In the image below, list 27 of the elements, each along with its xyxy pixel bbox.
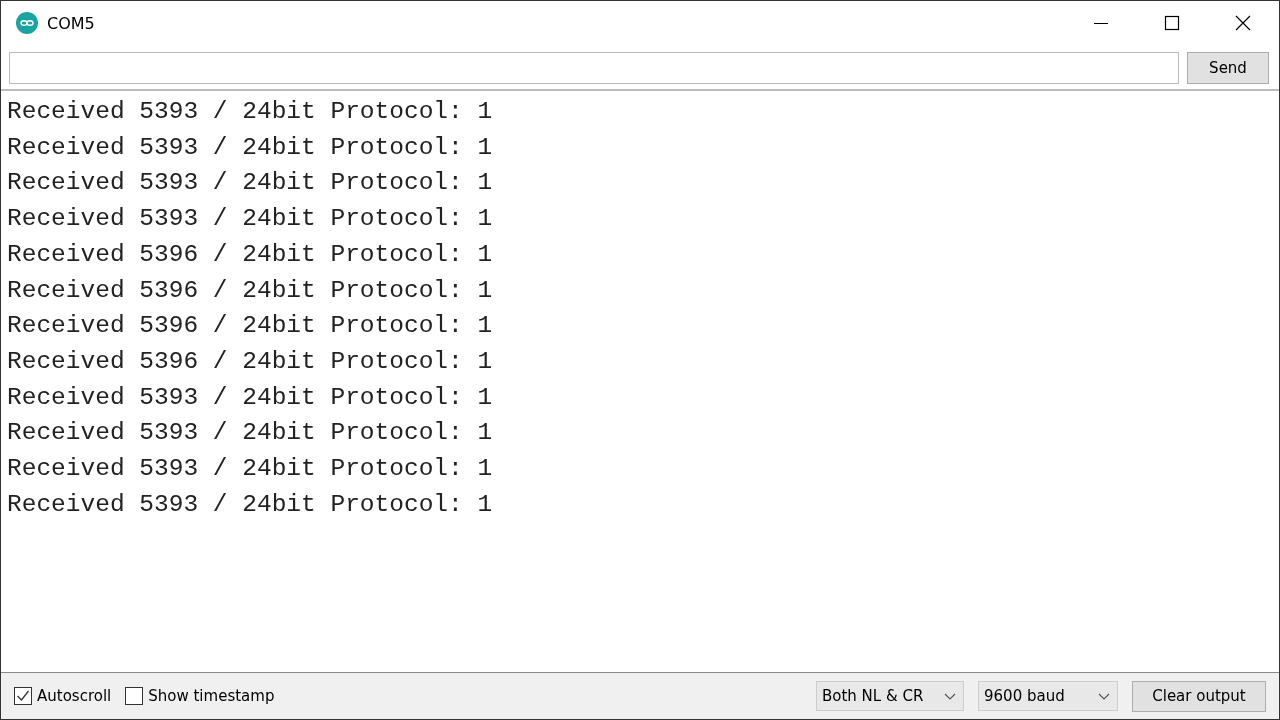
output-line: Received 5393 / 24bit Protocol: 1 xyxy=(7,454,493,485)
maximize-icon[interactable] xyxy=(1164,15,1180,31)
output-line: Received 5393 / 24bit Protocol: 1 xyxy=(7,489,493,520)
output-line: Received 5396 / 24bit Protocol: 1 xyxy=(7,275,493,306)
output-line: Received 5393 / 24bit Protocol: 1 xyxy=(7,382,493,413)
output-line: Received 5396 / 24bit Protocol: 1 xyxy=(7,239,493,270)
output-line: Received 5396 / 24bit Protocol: 1 xyxy=(7,311,493,342)
app-logo-icon xyxy=(16,12,38,34)
chevron-down-icon xyxy=(944,692,956,700)
window-title: COM5 xyxy=(47,13,95,33)
output-line: Received 5393 / 24bit Protocol: 1 xyxy=(7,168,493,199)
chevron-down-icon xyxy=(1098,692,1110,700)
line-ending-dropdown[interactable]: Both NL & CR xyxy=(816,681,964,711)
close-icon[interactable] xyxy=(1235,15,1251,31)
checkbox-icon[interactable] xyxy=(14,687,32,705)
output-line: Received 5393 / 24bit Protocol: 1 xyxy=(7,418,493,449)
clear-output-button[interactable]: Clear output xyxy=(1132,680,1266,712)
baud-rate-dropdown[interactable]: 9600 baud xyxy=(978,681,1118,711)
checkbox-icon[interactable] xyxy=(125,687,144,705)
checkbox-option[interactable]: Show timestamp xyxy=(125,687,275,705)
checkbox-option[interactable]: Autoscroll xyxy=(14,687,112,705)
output-line: Received 5396 / 24bit Protocol: 1 xyxy=(7,346,493,377)
output-line: Received 5393 / 24bit Protocol: 1 xyxy=(7,204,493,235)
output-line: Received 5393 / 24bit Protocol: 1 xyxy=(7,132,493,163)
message-input-field[interactable] xyxy=(9,52,1179,84)
output-line: Received 5393 / 24bit Protocol: 1 xyxy=(7,97,493,127)
send-button[interactable]: Send xyxy=(1187,52,1269,84)
